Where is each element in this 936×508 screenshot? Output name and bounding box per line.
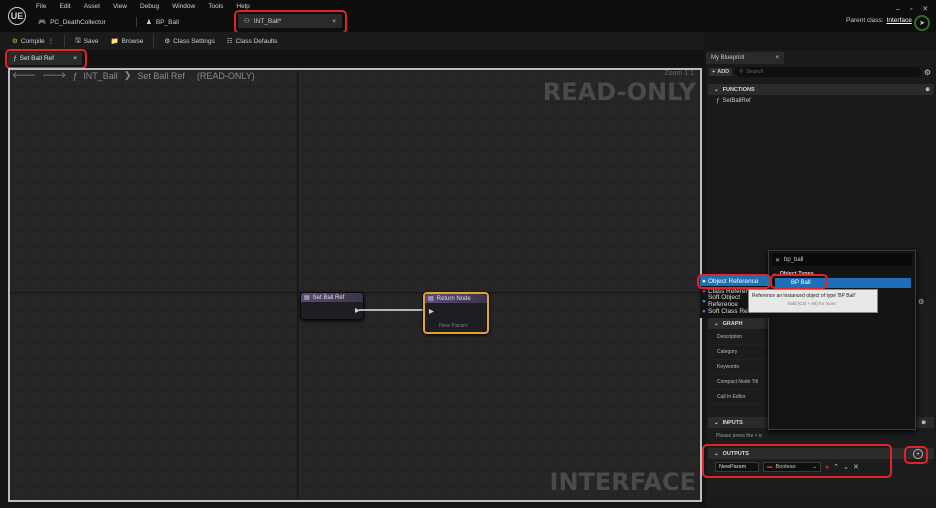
highlight-box <box>770 274 828 289</box>
class-defaults-label: Class Defaults <box>235 37 278 45</box>
add-input-icon[interactable]: ⊕ <box>921 420 926 426</box>
function-icon: ƒ <box>716 98 720 104</box>
add-function-icon[interactable]: ⊕ <box>925 87 930 93</box>
save-label: Save <box>83 37 99 45</box>
inputs-hint: Please press the + ic <box>716 433 763 439</box>
graph-editor[interactable]: 🡐 🡒 ƒ INT_Ball ❯ Set Ball Ref (READ-ONLY… <box>8 68 702 502</box>
menu-help[interactable]: Help <box>236 3 249 10</box>
highlight-box <box>5 49 87 69</box>
save-icon: 🖫 <box>75 36 81 44</box>
pin-icon: ● <box>702 297 706 305</box>
compile-button[interactable]: ⚙ Compile ⋮ <box>8 37 58 46</box>
close-icon[interactable]: × <box>775 55 779 61</box>
source-control-icon[interactable]: ➤ <box>914 15 930 31</box>
toolbar-divider <box>153 35 155 47</box>
maximize-icon[interactable]: ▫ <box>910 6 912 13</box>
person-icon: ♟ <box>146 19 152 26</box>
class-settings-label: Class Settings <box>173 37 215 45</box>
type-search-input[interactable]: ✕ bp_ball <box>772 254 912 266</box>
menu-tools[interactable]: Tools <box>208 3 223 10</box>
menu-view[interactable]: View <box>113 3 127 10</box>
search-placeholder: Search <box>746 69 764 75</box>
parent-class-link[interactable]: Interface <box>887 17 912 24</box>
menu-bar: File Edit Asset View Debug Window Tools … <box>36 3 250 10</box>
clear-icon[interactable]: ✕ <box>775 257 780 264</box>
tooltip-hint: hold (Ctrl + Alt) for more <box>788 301 836 306</box>
folder-icon: 📁 <box>110 38 119 45</box>
save-button[interactable]: 🖫 Save <box>71 36 102 47</box>
compile-icon: ⚙ <box>12 38 18 45</box>
chevron-down-icon: ⌄ <box>714 419 719 426</box>
class-defaults-button[interactable]: ☷ Class Defaults <box>223 37 282 46</box>
gamepad-icon: 🎮 <box>38 19 47 26</box>
compile-options-icon[interactable]: ⋮ <box>48 37 55 45</box>
doc-tab-pc-deathcollector[interactable]: 🎮 PC_DeathCollector <box>32 15 132 29</box>
menu-window[interactable]: Window <box>172 3 195 10</box>
chevron-down-icon: ⌄ <box>714 86 719 93</box>
category-label: GRAPH <box>722 320 743 327</box>
plus-icon: + <box>712 69 716 75</box>
highlight-box <box>904 446 928 464</box>
parent-class: Parent class: Interface <box>846 17 912 24</box>
details-settings-icon[interactable]: ⚙ <box>918 298 924 306</box>
type-search-value: bp_ball <box>784 257 804 263</box>
search-input[interactable]: ⚲ Search <box>735 67 921 77</box>
compile-label: Compile <box>20 37 45 45</box>
doc-tab-bp-ball[interactable]: ♟ BP_Ball <box>140 15 230 29</box>
menu-asset[interactable]: Asset <box>84 3 100 10</box>
class-settings-button[interactable]: ⚙ Class Settings <box>160 37 218 46</box>
node-title: Return Node <box>436 295 471 302</box>
close-window-icon[interactable]: ✕ <box>922 5 928 13</box>
settings-gear-icon[interactable]: ⚙ <box>924 68 931 77</box>
tab-divider <box>136 17 137 27</box>
chevron-down-icon: ⌄ <box>714 320 719 327</box>
browse-button[interactable]: 📁 Browse <box>107 37 148 46</box>
exec-in-pin[interactable] <box>429 309 434 314</box>
pin-icon: ● <box>702 307 706 315</box>
tab-my-blueprint[interactable]: My Blueprint × <box>706 52 784 64</box>
sliders-icon: ☷ <box>226 38 233 45</box>
tab-label: My Blueprint <box>711 55 745 61</box>
browse-label: Browse <box>121 37 144 45</box>
toolbar: ⚙ Compile ⋮ 🖫 Save 📁 Browse ⚙ Class Settings … <box>0 32 704 50</box>
graph-tab-row <box>0 50 704 66</box>
graph-properties: Description Category Keywords Compact No… <box>708 330 770 405</box>
category-label: FUNCTIONS <box>722 86 755 93</box>
minimize-icon[interactable]: – <box>896 6 900 13</box>
compact-title-label: Compact Node Titl <box>708 375 770 390</box>
menu-file[interactable]: File <box>36 3 46 10</box>
add-label: ADD <box>717 69 730 75</box>
node-icon: ▤ <box>428 296 434 302</box>
gear-icon: ⚙ <box>164 38 171 45</box>
wire-layer <box>359 309 430 311</box>
highlight-box <box>702 444 892 478</box>
parent-class-label: Parent class: <box>846 17 884 24</box>
call-in-editor-label: Call In Editor <box>708 390 770 405</box>
return-pin-label: New Param <box>439 323 468 329</box>
description-label: Description <box>708 330 770 345</box>
unreal-logo-icon[interactable]: UE <box>8 7 26 25</box>
function-item-setballref[interactable]: ƒ SetBallRef <box>716 98 751 104</box>
return-node[interactable]: ▤ Return Node New Param <box>423 292 489 334</box>
add-button[interactable]: + ADD <box>709 68 733 76</box>
highlight-box <box>697 274 771 289</box>
graph-category[interactable]: ⌄ GRAPH <box>708 318 770 329</box>
tooltip-text: Reference an instanced object of type 'B… <box>752 293 856 299</box>
highlight-box <box>234 10 347 34</box>
functions-category[interactable]: ⌄ FUNCTIONS ⊕ <box>708 84 934 95</box>
function-label: SetBallRef <box>722 98 751 104</box>
category-label: INPUTS <box>722 419 743 426</box>
type-tooltip: Reference an instanced object of type 'B… <box>748 289 878 313</box>
category-field-label: Category <box>708 345 770 360</box>
my-blueprint-toolbar: + ADD ⚲ Search ⚙ <box>709 66 935 78</box>
keywords-label: Keywords <box>708 360 770 375</box>
node-header: ▤ Return Node <box>425 294 487 303</box>
menu-edit[interactable]: Edit <box>59 3 70 10</box>
toolbar-divider <box>64 35 66 47</box>
menu-debug[interactable]: Debug <box>140 3 159 10</box>
doc-tab-label: PC_DeathCollector <box>50 18 106 26</box>
search-icon: ⚲ <box>739 69 744 75</box>
doc-tab-label: BP_Ball <box>155 18 179 26</box>
window-controls: – ▫ ✕ <box>896 5 928 14</box>
